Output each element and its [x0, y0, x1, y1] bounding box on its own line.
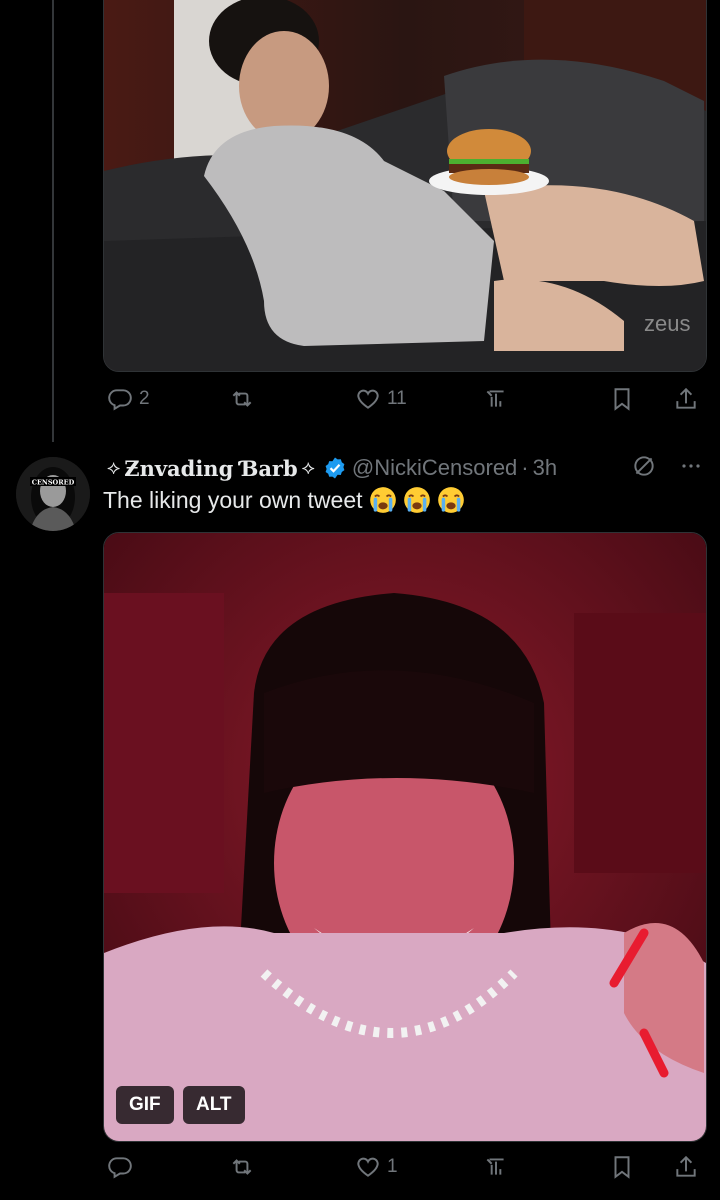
like-count: 11 — [387, 388, 407, 409]
tweet-header: ⟡ Ƶnvading Ɓarb ⟡ @NickiCensored · 3h — [103, 451, 703, 485]
bookmark-icon — [614, 1156, 630, 1179]
reply-button[interactable]: 2 — [107, 386, 150, 412]
share-button[interactable] — [673, 1154, 699, 1180]
loudly-crying-emoji — [369, 487, 396, 513]
like-button[interactable]: 1 — [355, 1154, 398, 1180]
share-icon — [676, 1155, 696, 1177]
more-icon[interactable] — [679, 454, 703, 478]
grok-icon[interactable] — [631, 453, 657, 479]
display-name[interactable]: Ƶnvading Ɓarb — [124, 456, 297, 481]
retweet-icon — [232, 1159, 252, 1175]
thread-line — [52, 0, 54, 442]
avatar-label: CENSORED — [32, 479, 75, 487]
gif-badge: GIF — [116, 1086, 174, 1124]
retweet-button[interactable] — [229, 386, 261, 412]
header-actions — [631, 453, 703, 479]
share-button[interactable] — [673, 386, 699, 412]
views-icon — [486, 390, 504, 407]
views-button[interactable] — [483, 1154, 515, 1180]
tweet-action-bar: 2 11 — [103, 382, 703, 416]
retweet-button[interactable] — [229, 1154, 261, 1180]
verified-icon — [325, 457, 345, 479]
separator: · — [521, 455, 529, 480]
handle[interactable]: @NickiCensored — [352, 455, 517, 481]
bookmark-button[interactable] — [609, 386, 635, 412]
retweet-icon — [232, 391, 252, 407]
bookmark-icon — [614, 388, 630, 411]
media-watermark: zeus — [644, 311, 690, 336]
views-icon — [486, 1158, 504, 1175]
like-button[interactable]: 11 — [355, 386, 407, 412]
tweet-media-gif[interactable] — [103, 532, 707, 1142]
tweet-text-content: The liking your own tweet — [103, 486, 363, 513]
share-icon — [676, 387, 696, 409]
bookmark-button[interactable] — [609, 1154, 635, 1180]
loudly-crying-emoji — [437, 487, 464, 513]
reply-button[interactable] — [107, 1154, 139, 1180]
like-icon — [357, 389, 379, 409]
alt-text-button[interactable]: ALT — [183, 1086, 245, 1124]
reply-icon — [108, 389, 132, 411]
like-count: 1 — [387, 1156, 398, 1177]
loudly-crying-emoji — [403, 487, 430, 513]
tweet-text: The liking your own tweet — [103, 486, 703, 514]
tweet-action-bar: 1 — [103, 1150, 703, 1184]
reply-count: 2 — [139, 388, 150, 409]
like-icon — [357, 1157, 379, 1177]
name-decoration-left: ⟡ — [107, 456, 121, 479]
name-decoration-right: ⟡ — [301, 456, 315, 479]
views-button[interactable] — [483, 386, 515, 412]
tweet-media-image[interactable]: zeus — [103, 0, 707, 372]
reply-icon — [108, 1157, 132, 1179]
timestamp[interactable]: 3h — [533, 455, 557, 481]
avatar[interactable]: CENSORED — [16, 457, 90, 531]
